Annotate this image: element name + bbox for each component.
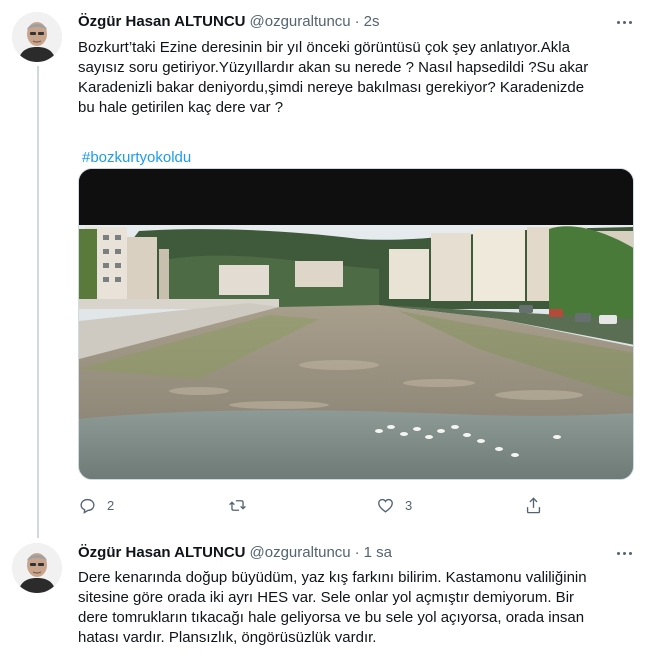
- tweet-text-line: Bozkurt’taki Ezine deresinin bir yıl önc…: [78, 39, 570, 56]
- photo-river-image: [79, 169, 633, 479]
- tweet-actions-bar: 2 3: [78, 493, 578, 517]
- more-options-icon[interactable]: [614, 12, 634, 32]
- tweet-header: Özgür Hasan ALTUNCU @ozguraltuncu · 1 sa: [78, 542, 392, 562]
- share-button[interactable]: [524, 493, 543, 517]
- avatar[interactable]: [12, 543, 62, 593]
- reply-icon: [80, 498, 95, 514]
- tweet-text-line: Karadenizli bakar deniyordu,şimdi nereye…: [78, 79, 585, 96]
- reply-count: 2: [107, 497, 115, 513]
- tweet-text-line: hatası vardır. Plansızlık, öngörüsüzlük …: [78, 629, 377, 646]
- tweet-text-line: dere tomrukların tıkacağı hale geliyorsa…: [78, 609, 585, 626]
- share-icon: [526, 496, 541, 513]
- tweet-timestamp[interactable]: 2s: [364, 13, 380, 30]
- tweet-text-line: sayısız soru getiriyor.Yüzyıllardır akan…: [78, 59, 589, 76]
- like-icon: [378, 498, 393, 513]
- like-count: 3: [405, 497, 413, 513]
- author-handle[interactable]: @ozguraltuncu: [250, 13, 351, 30]
- tweet-text-line: bu hale getirilen kaç dere var ?: [78, 99, 284, 116]
- tweet-text-line: Dere kenarında doğup büyüdüm, yaz kış fa…: [78, 569, 587, 586]
- author-name[interactable]: Özgür Hasan ALTUNCU: [78, 13, 246, 30]
- avatar-portrait-image: [12, 543, 62, 593]
- tweet-media-image[interactable]: [78, 168, 634, 480]
- avatar-portrait-image: [12, 12, 62, 62]
- tweet-header: Özgür Hasan ALTUNCU @ozguraltuncu · 2s: [78, 11, 379, 31]
- more-options-icon[interactable]: [614, 543, 634, 563]
- tweet-text-line: sitesine göre orada iki ayrı HES var. Se…: [78, 589, 575, 606]
- thread-connector-line: [37, 66, 39, 538]
- reply-button[interactable]: 2: [78, 493, 114, 517]
- like-button[interactable]: 3: [376, 493, 412, 517]
- tweet-text: Bozkurt’taki Ezine deresinin bir yıl önc…: [78, 38, 634, 118]
- author-name[interactable]: Özgür Hasan ALTUNCU: [78, 544, 246, 561]
- retweet-button[interactable]: [228, 493, 247, 517]
- tweet-text: Dere kenarında doğup büyüdüm, yaz kış fa…: [78, 568, 634, 648]
- retweet-icon: [229, 499, 246, 511]
- header-separator: ·: [354, 543, 360, 561]
- header-separator: ·: [354, 12, 360, 30]
- tweet-timestamp[interactable]: 1 sa: [364, 544, 392, 561]
- author-handle[interactable]: @ozguraltuncu: [250, 544, 351, 561]
- avatar[interactable]: [12, 12, 62, 62]
- hashtag-link[interactable]: #bozkurtyokoldu: [82, 148, 191, 168]
